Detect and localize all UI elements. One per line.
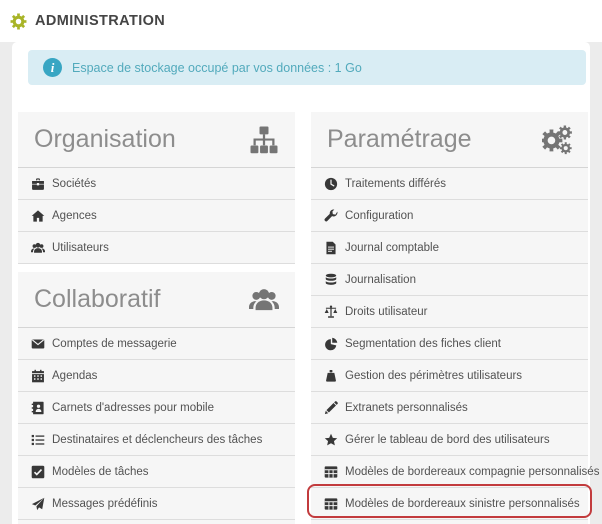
menu-item-label: Traitements différés — [345, 178, 446, 190]
menu-item-label: Segmentation des fiches client — [345, 338, 501, 350]
menu-item[interactable]: Gestion des périmètres utilisateurs — [311, 360, 588, 392]
chart-pie-icon — [323, 337, 338, 351]
home-icon — [30, 209, 45, 223]
menu-item-label: Droits utilisateur — [345, 306, 427, 318]
storage-info-text: Espace de stockage occupé par vos donnée… — [72, 61, 362, 75]
menu-item[interactable]: Modèles de bordereaux sinistre personnal… — [311, 488, 588, 520]
menu-item[interactable]: Extranets personnalisés — [311, 392, 588, 424]
menu-list-collaboratif: Comptes de messagerie Agendas Carnets d'… — [18, 328, 295, 520]
admin-page: ADMINISTRATION i Espace de stockage occu… — [0, 0, 602, 524]
menu-item-label: Agendas — [52, 370, 97, 382]
menu-item-label: Gestion des périmètres utilisateurs — [345, 370, 522, 382]
menu-item[interactable]: Agendas — [18, 360, 295, 392]
cogs-icon — [542, 125, 572, 155]
storage-info-banner: i Espace de stockage occupé par vos donn… — [28, 50, 586, 85]
menu-item-label: Sociétés — [52, 178, 96, 190]
database-icon — [323, 273, 338, 287]
paper-plane-icon — [30, 497, 45, 511]
star-icon — [323, 433, 338, 447]
table-icon — [323, 465, 338, 479]
weight-icon — [323, 369, 338, 383]
menu-item[interactable]: Gérer le tableau de bord des utilisateur… — [311, 424, 588, 456]
panel-collaboratif: Collaboratif Comptes de messagerie Agend… — [18, 272, 295, 524]
pencil-icon — [323, 401, 338, 415]
menu-item[interactable]: Modèles de tâches — [18, 456, 295, 488]
menu-list-organisation: Sociétés Agences Utilisateurs — [18, 168, 295, 264]
menu-item[interactable]: Comptes de messagerie — [18, 328, 295, 360]
menu-item-label: Utilisateurs — [52, 242, 109, 254]
menu-item[interactable]: Messages prédéfinis — [18, 488, 295, 520]
panel-title: Paramétrage — [327, 125, 472, 154]
briefcase-icon — [30, 177, 45, 191]
panel-collaboratif-header: Collaboratif — [18, 272, 295, 328]
balance-scale-icon — [323, 305, 338, 319]
menu-item-label: Messages prédéfinis — [52, 498, 157, 510]
menu-item[interactable]: Segmentation des fiches client — [311, 328, 588, 360]
clock-icon — [323, 177, 338, 191]
panel-organisation-header: Organisation — [18, 112, 295, 168]
menu-item-label: Comptes de messagerie — [52, 338, 177, 350]
page-title: ADMINISTRATION — [35, 13, 165, 29]
panel-title: Organisation — [34, 125, 176, 154]
file-invoice-icon — [323, 241, 338, 255]
menu-item[interactable]: Configuration — [311, 200, 588, 232]
menu-item-label: Configuration — [345, 210, 413, 222]
check-square-icon — [30, 465, 45, 479]
content-card: i Espace de stockage occupé par vos donn… — [12, 42, 590, 524]
users-group-icon — [249, 285, 279, 315]
menu-item-label: Journalisation — [345, 274, 416, 286]
menu-item-label: Modèles de tâches — [52, 466, 149, 478]
address-book-icon — [30, 401, 45, 415]
menu-item-label: Extranets personnalisés — [345, 402, 468, 414]
panel-title: Collaboratif — [34, 285, 160, 314]
panel-organisation: Organisation Sociétés Agences — [18, 112, 295, 264]
menu-item[interactable]: Carnets d'adresses pour mobile — [18, 392, 295, 424]
menu-item-label: Carnets d'adresses pour mobile — [52, 402, 214, 414]
menu-item[interactable]: Journal comptable — [311, 232, 588, 264]
menu-item[interactable]: Droits utilisateur — [311, 296, 588, 328]
menu-item[interactable]: Agences — [18, 200, 295, 232]
menu-item-label: Agences — [52, 210, 97, 222]
page-header: ADMINISTRATION — [0, 0, 602, 42]
admin-gear-icon — [10, 13, 27, 30]
table-icon — [323, 497, 338, 511]
menu-list-parametrage: Traitements différés Configuration Journ… — [311, 168, 588, 520]
wrench-icon — [323, 209, 338, 223]
users-icon — [30, 241, 45, 255]
calendar-icon — [30, 369, 45, 383]
panel-parametrage-header: Paramétrage — [311, 112, 588, 168]
menu-item[interactable]: Destinataires et déclencheurs des tâches — [18, 424, 295, 456]
menu-item-label: Destinataires et déclencheurs des tâches — [52, 434, 262, 446]
sitemap-icon — [249, 125, 279, 155]
menu-item-label: Journal comptable — [345, 242, 439, 254]
info-icon: i — [43, 58, 62, 77]
envelope-icon — [30, 337, 45, 351]
menu-item-label: Modèles de bordereaux sinistre personnal… — [345, 498, 580, 510]
menu-item[interactable]: Traitements différés — [311, 168, 588, 200]
menu-item[interactable]: Modèles de bordereaux compagnie personna… — [311, 456, 588, 488]
menu-item[interactable]: Journalisation — [311, 264, 588, 296]
menu-item[interactable]: Sociétés — [18, 168, 295, 200]
panel-parametrage: Paramétrage Traitements différés Configu… — [311, 112, 588, 524]
menu-item-label: Gérer le tableau de bord des utilisateur… — [345, 434, 550, 446]
menu-item[interactable]: Utilisateurs — [18, 232, 295, 264]
menu-item-label: Modèles de bordereaux compagnie personna… — [345, 466, 599, 478]
list-icon — [30, 433, 45, 447]
